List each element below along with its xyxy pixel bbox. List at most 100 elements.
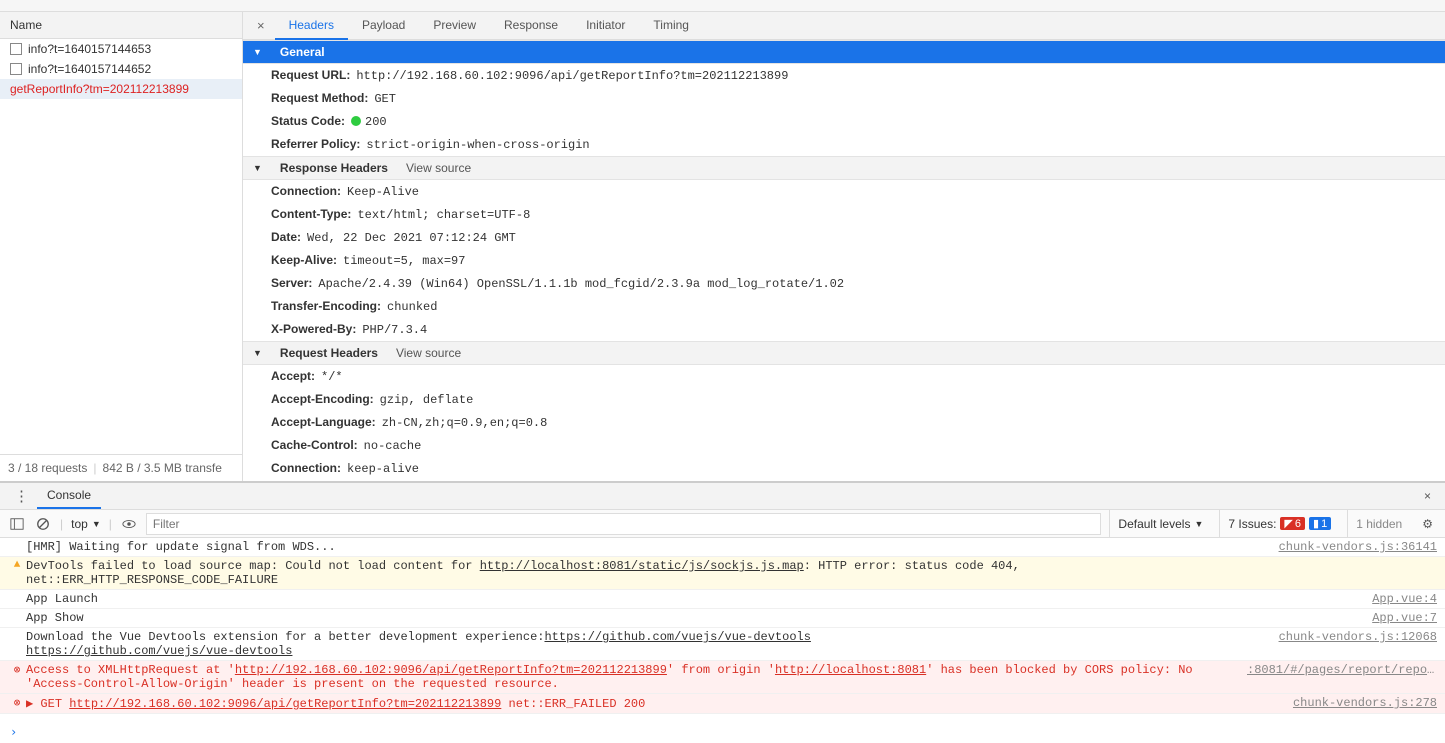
request-name: info?t=1640157144653 bbox=[28, 42, 151, 56]
levels-selector[interactable]: Default levels ▼ bbox=[1109, 510, 1211, 537]
sidebar-toggle-icon[interactable] bbox=[8, 515, 26, 533]
issues-button[interactable]: 7 Issues: ◤6 ▮1 bbox=[1219, 510, 1339, 537]
close-icon[interactable]: × bbox=[247, 18, 275, 33]
console-message: DevTools failed to load source map: Coul… bbox=[26, 559, 1247, 587]
section-general[interactable]: ▼ General bbox=[243, 40, 1445, 64]
checkbox-icon[interactable] bbox=[10, 43, 22, 55]
info-badge: ▮1 bbox=[1309, 517, 1331, 530]
request-name: info?t=1640157144652 bbox=[28, 62, 151, 76]
console-message: App Show bbox=[26, 611, 1247, 625]
view-source-link[interactable]: View source bbox=[396, 346, 461, 360]
request-item[interactable]: getReportInfo?tm=202112213899 bbox=[0, 79, 242, 99]
console-link[interactable]: https://github.com/vuejs/vue-devtools bbox=[26, 644, 292, 658]
chevron-down-icon: ▼ bbox=[1194, 519, 1203, 529]
gear-icon[interactable]: ⚙ bbox=[1418, 517, 1437, 531]
console-prompt[interactable]: › bbox=[0, 721, 1445, 743]
console-row: App LaunchApp.vue:4 bbox=[0, 590, 1445, 609]
checkbox-icon[interactable] bbox=[10, 63, 22, 75]
tab-preview[interactable]: Preview bbox=[419, 12, 490, 40]
header-row: Cache-Control:no-cache bbox=[243, 434, 1445, 457]
timeline-ruler bbox=[0, 0, 1445, 12]
chevron-down-icon: ▼ bbox=[253, 163, 262, 173]
error-icon: ⊗ bbox=[8, 696, 26, 710]
chevron-down-icon: ▼ bbox=[253, 348, 262, 358]
console-row: ⊗▶ GET http://192.168.60.102:9096/api/ge… bbox=[0, 694, 1445, 714]
source-link[interactable]: chunk-vendors.js:36141 bbox=[1247, 540, 1437, 554]
header-row: Transfer-Encoding:chunked bbox=[243, 295, 1445, 318]
console-row: ▲DevTools failed to load source map: Cou… bbox=[0, 557, 1445, 590]
eye-icon[interactable] bbox=[120, 515, 138, 533]
header-row: Keep-Alive:timeout=5, max=97 bbox=[243, 249, 1445, 272]
console-link[interactable]: https://github.com/vuejs/vue-devtools bbox=[544, 630, 810, 644]
console-message: [HMR] Waiting for update signal from WDS… bbox=[26, 540, 1247, 554]
console-row: [HMR] Waiting for update signal from WDS… bbox=[0, 538, 1445, 557]
tab-timing[interactable]: Timing bbox=[639, 12, 703, 40]
header-row: Content-Type:text/html; charset=UTF-8 bbox=[243, 203, 1445, 226]
section-response-headers[interactable]: ▼ Response Headers View source bbox=[243, 156, 1445, 180]
console-drawer: ⋮ Console × | top ▼ | Default levels ▼ 7… bbox=[0, 482, 1445, 743]
source-link[interactable]: App.vue:4 bbox=[1247, 592, 1437, 606]
close-icon[interactable]: × bbox=[1416, 489, 1439, 503]
tab-initiator[interactable]: Initiator bbox=[572, 12, 639, 40]
header-row: Connection:keep-alive bbox=[243, 457, 1445, 480]
clear-console-icon[interactable] bbox=[34, 515, 52, 533]
request-list-header-name[interactable]: Name bbox=[0, 12, 242, 39]
transfer-size: 842 B / 3.5 MB transfe bbox=[103, 461, 222, 475]
chevron-down-icon: ▼ bbox=[253, 47, 262, 57]
header-row: Server:Apache/2.4.39 (Win64) OpenSSL/1.1… bbox=[243, 272, 1445, 295]
request-name: getReportInfo?tm=202112213899 bbox=[10, 82, 189, 96]
header-row: Accept:*/* bbox=[243, 365, 1445, 388]
hidden-count[interactable]: 1 hidden bbox=[1347, 510, 1410, 537]
section-request-headers[interactable]: ▼ Request Headers View source bbox=[243, 341, 1445, 365]
console-row: Download the Vue Devtools extension for … bbox=[0, 628, 1445, 661]
request-method-value: GET bbox=[374, 92, 396, 106]
chevron-down-icon: ▼ bbox=[92, 519, 101, 529]
header-row: X-Powered-By:PHP/7.3.4 bbox=[243, 318, 1445, 341]
source-link[interactable]: App.vue:7 bbox=[1247, 611, 1437, 625]
detail-tabs: × HeadersPayloadPreviewResponseInitiator… bbox=[243, 12, 1445, 40]
console-link[interactable]: http://localhost:8081/static/js/sockjs.j… bbox=[480, 559, 804, 573]
error-badge: ◤6 bbox=[1280, 517, 1305, 530]
context-selector[interactable]: top ▼ bbox=[71, 517, 101, 531]
request-url-value: http://192.168.60.102:9096/api/getReport… bbox=[356, 69, 788, 83]
tab-response[interactable]: Response bbox=[490, 12, 572, 40]
view-source-link[interactable]: View source bbox=[406, 161, 471, 175]
console-link[interactable]: http://192.168.60.102:9096/api/getReport… bbox=[235, 663, 667, 677]
referrer-policy-value: strict-origin-when-cross-origin bbox=[366, 138, 589, 152]
console-log: [HMR] Waiting for update signal from WDS… bbox=[0, 538, 1445, 721]
tab-headers[interactable]: Headers bbox=[275, 12, 348, 40]
console-message: Access to XMLHttpRequest at 'http://192.… bbox=[26, 663, 1247, 691]
warning-icon: ▲ bbox=[8, 559, 26, 571]
request-list: info?t=1640157144653 info?t=1640157144652… bbox=[0, 39, 242, 454]
console-message: ▶ GET http://192.168.60.102:9096/api/get… bbox=[26, 696, 1247, 711]
tab-payload[interactable]: Payload bbox=[348, 12, 419, 40]
console-link[interactable]: http://192.168.60.102:9096/api/getReport… bbox=[69, 697, 501, 711]
console-toolbar: | top ▼ | Default levels ▼ 7 Issues: ◤6 … bbox=[0, 510, 1445, 538]
console-row: App ShowApp.vue:7 bbox=[0, 609, 1445, 628]
console-message: App Launch bbox=[26, 592, 1247, 606]
request-item[interactable]: info?t=1640157144653 bbox=[0, 39, 242, 59]
tab-console[interactable]: Console bbox=[37, 483, 101, 509]
console-link[interactable]: http://localhost:8081 bbox=[775, 663, 926, 677]
request-list-pane: Name info?t=1640157144653info?t=16401571… bbox=[0, 12, 243, 481]
status-dot-icon bbox=[351, 116, 361, 126]
drawer-tabs: ⋮ Console × bbox=[0, 483, 1445, 510]
header-row: Connection:Keep-Alive bbox=[243, 180, 1445, 203]
request-detail-pane: × HeadersPayloadPreviewResponseInitiator… bbox=[243, 12, 1445, 481]
request-count: 3 / 18 requests bbox=[8, 461, 87, 475]
header-row: Accept-Encoding:gzip, deflate bbox=[243, 388, 1445, 411]
header-row: Date:Wed, 22 Dec 2021 07:12:24 GMT bbox=[243, 226, 1445, 249]
request-item[interactable]: info?t=1640157144652 bbox=[0, 59, 242, 79]
source-link[interactable]: chunk-vendors.js:278 bbox=[1247, 696, 1437, 710]
kebab-menu-icon[interactable]: ⋮ bbox=[6, 487, 37, 505]
console-message: Download the Vue Devtools extension for … bbox=[26, 630, 1247, 658]
status-code-value: 200 bbox=[351, 115, 387, 129]
console-row: ⊗Access to XMLHttpRequest at 'http://192… bbox=[0, 661, 1445, 694]
error-icon: ⊗ bbox=[8, 663, 26, 677]
request-status-bar: 3 / 18 requests | 842 B / 3.5 MB transfe bbox=[0, 454, 242, 481]
network-panel: Name info?t=1640157144653info?t=16401571… bbox=[0, 12, 1445, 482]
header-row: Accept-Language:zh-CN,zh;q=0.9,en;q=0.8 bbox=[243, 411, 1445, 434]
source-link[interactable]: :8081/#/pages/report/report:1 bbox=[1247, 663, 1437, 677]
source-link[interactable]: chunk-vendors.js:12068 bbox=[1247, 630, 1437, 644]
filter-input[interactable] bbox=[146, 513, 1102, 535]
